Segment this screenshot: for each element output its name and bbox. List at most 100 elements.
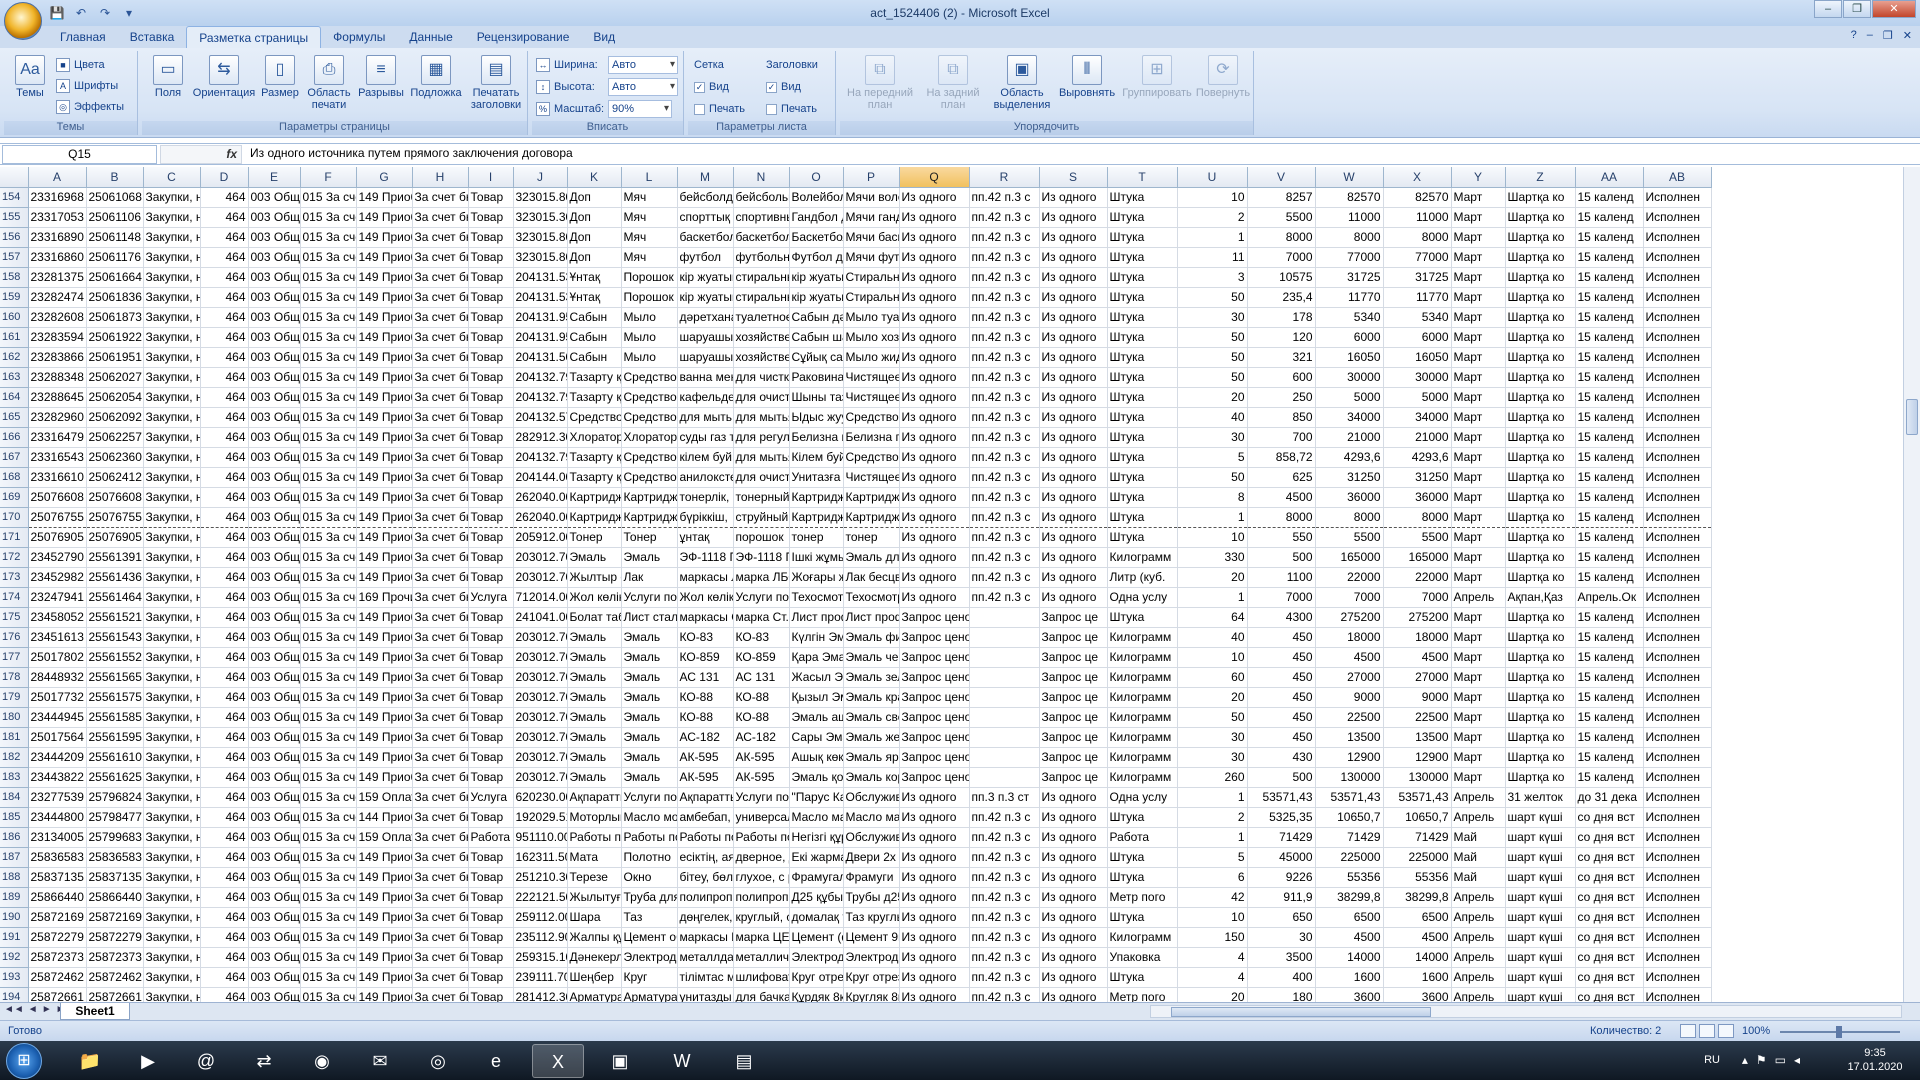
formula-input[interactable]: Из одного источника путем прямого заключ… (246, 145, 1904, 164)
cell[interactable]: Март (1451, 567, 1506, 588)
cell[interactable]: 149 Приоб (356, 427, 413, 448)
cell[interactable]: 25866440 (86, 887, 144, 908)
minimize-button[interactable]: – (1814, 0, 1842, 18)
cell[interactable]: 003 Общес (248, 527, 301, 548)
cell[interactable]: Хлоратор (621, 427, 678, 448)
cell[interactable]: пп.42 п.3 с (969, 307, 1040, 328)
cell[interactable]: Средство (621, 407, 678, 428)
cell[interactable]: Двери 2х с (842, 847, 900, 868)
cell[interactable]: Лист профі (789, 607, 844, 628)
cell[interactable]: 18000 (1315, 627, 1384, 648)
cell[interactable]: Товар (468, 367, 514, 388)
cell[interactable]: 25872373 (86, 947, 144, 968)
cell[interactable]: 8000 (1247, 227, 1316, 248)
cell[interactable]: Товар (468, 527, 514, 548)
cell[interactable]: Запрос ценовых пред (899, 607, 970, 628)
cell[interactable]: Эмаль для (842, 547, 900, 568)
cell[interactable]: бітеу, бөл (677, 867, 734, 888)
cell[interactable]: Закупки, н (143, 487, 201, 508)
cell[interactable]: 464 (200, 887, 249, 908)
cell[interactable]: 149 Приоб (356, 747, 413, 768)
cell[interactable]: Услуги по (733, 787, 790, 808)
tab-view[interactable]: Вид (581, 26, 627, 48)
cell[interactable]: Закупки, н (143, 587, 201, 608)
cell[interactable]: металличе (733, 947, 790, 968)
cell[interactable]: Кілем буй (789, 447, 844, 468)
cell[interactable]: 235112.900 (513, 927, 568, 948)
cell[interactable]: Закупки, н (143, 367, 201, 388)
cell[interactable]: Товар (468, 267, 514, 288)
cell[interactable]: пп.42 п.3 с (969, 927, 1040, 948)
column-header[interactable]: H (412, 167, 469, 188)
cell[interactable]: кілем буй (677, 447, 734, 468)
cell[interactable]: Средство (842, 407, 900, 428)
cell[interactable]: Тазарту құ (567, 387, 622, 408)
cell[interactable]: 4500 (1383, 927, 1452, 948)
cell[interactable]: Эмаль (567, 627, 622, 648)
cell[interactable]: Средство (567, 407, 622, 428)
cell[interactable]: Шартқа ко (1505, 367, 1576, 388)
cell[interactable]: 5000 (1383, 387, 1452, 408)
cell[interactable]: 951110.000 (513, 827, 568, 848)
cell[interactable]: Литр (куб. (1107, 567, 1178, 588)
cell[interactable]: Март (1451, 387, 1506, 408)
cell[interactable]: 1600 (1383, 967, 1452, 988)
cell[interactable]: Закупки, н (143, 667, 201, 688)
cell[interactable]: Март (1451, 207, 1506, 228)
cell[interactable]: Белизна г (789, 427, 844, 448)
cell[interactable]: 203012.700 (513, 627, 568, 648)
cell[interactable]: Исполнен (1643, 267, 1712, 288)
column-header[interactable]: C (143, 167, 201, 188)
cell[interactable]: 204131.950 (513, 327, 568, 348)
cell[interactable]: для очист (733, 387, 790, 408)
column-header[interactable]: O (789, 167, 844, 188)
row-header[interactable]: 194 (0, 987, 29, 1002)
cell[interactable]: 23277539 (28, 787, 87, 808)
cell[interactable]: 15 календ (1575, 507, 1644, 528)
mail-agent-icon[interactable]: @ (180, 1044, 232, 1078)
cell[interactable]: 4500 (1315, 647, 1384, 668)
cell[interactable]: пп.42 п.3 с (969, 587, 1040, 608)
cell[interactable]: пп.42 п.3 с (969, 987, 1040, 1002)
cell[interactable]: 015 За счет (300, 767, 357, 788)
print-area-button[interactable]: ⎙ Область печати (304, 53, 354, 119)
cell[interactable]: струйный, (733, 507, 790, 528)
cell[interactable]: 25561521 (86, 607, 144, 628)
cell[interactable]: Из одного (1039, 887, 1108, 908)
cell[interactable]: 15 календ (1575, 487, 1644, 508)
cell[interactable]: 6000 (1383, 327, 1452, 348)
cell[interactable]: глухое, с р (733, 867, 790, 888)
cell[interactable]: За счет бю (412, 527, 469, 548)
cell[interactable]: Окно (621, 867, 678, 888)
cell[interactable]: 30 (1177, 307, 1248, 328)
cell[interactable]: 38299,8 (1315, 887, 1384, 908)
cell[interactable]: 25017732 (28, 687, 87, 708)
cell[interactable]: 323015.800 (513, 187, 568, 208)
cell[interactable]: 149 Приоб (356, 207, 413, 228)
cell[interactable]: 149 Приоб (356, 667, 413, 688)
cell[interactable]: Товар (468, 507, 514, 528)
theme-fonts-button[interactable]: A Шрифты (56, 76, 118, 96)
cell[interactable]: 450 (1247, 687, 1316, 708)
cell[interactable]: 015 За счет (300, 847, 357, 868)
cell[interactable]: Эмаль қоң (789, 767, 844, 788)
cell[interactable]: 31725 (1383, 267, 1452, 288)
cell[interactable]: Товар (468, 747, 514, 768)
cell[interactable]: полипроп (733, 887, 790, 908)
cell[interactable]: Исполнен (1643, 327, 1712, 348)
cell[interactable]: тонерный (733, 487, 790, 508)
cell[interactable]: 003 Общес (248, 827, 301, 848)
cell[interactable]: За счет бю (412, 727, 469, 748)
cell[interactable]: 130000 (1383, 767, 1452, 788)
office-button[interactable] (4, 2, 42, 40)
cell[interactable]: 464 (200, 687, 249, 708)
row-header[interactable]: 183 (0, 767, 29, 788)
cell[interactable]: 464 (200, 527, 249, 548)
cell[interactable]: 015 За счет (300, 347, 357, 368)
cell[interactable]: Закупки, н (143, 627, 201, 648)
cell[interactable]: футбол (677, 247, 734, 268)
cell[interactable]: Услуги по (733, 587, 790, 608)
cell[interactable]: Мыло хозя (842, 327, 900, 348)
cell[interactable]: Товар (468, 687, 514, 708)
cell[interactable]: Эмаль (621, 667, 678, 688)
